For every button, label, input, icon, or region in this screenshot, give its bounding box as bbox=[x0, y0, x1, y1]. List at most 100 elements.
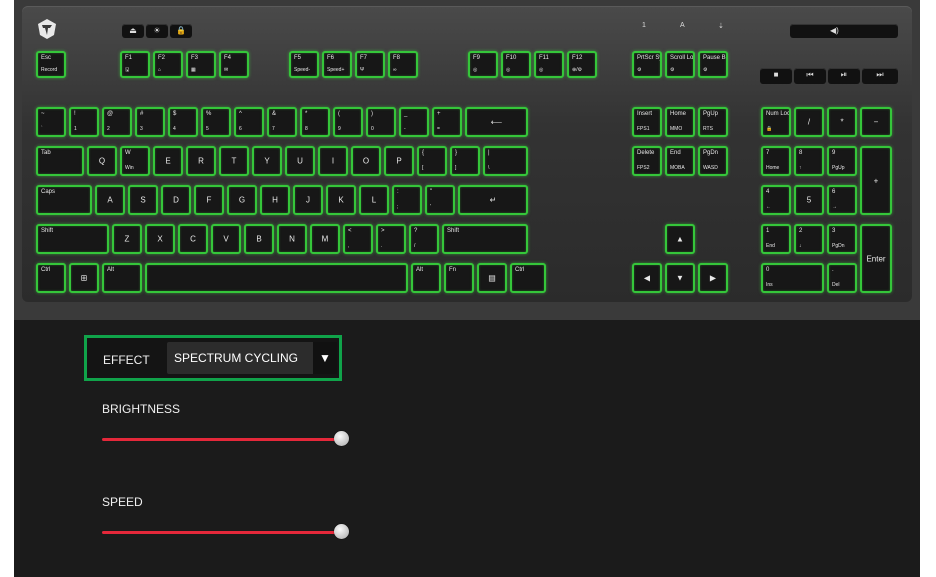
key-k6[interactable]: ^ 6 bbox=[234, 107, 264, 137]
media-next-button[interactable]: ⏭ bbox=[862, 68, 898, 84]
speed-slider-track[interactable] bbox=[102, 531, 342, 534]
key-caps[interactable]: Caps bbox=[36, 185, 92, 215]
key-f12[interactable]: F12 ⊕/⚙ bbox=[567, 51, 597, 78]
key-z[interactable]: Z bbox=[112, 224, 142, 254]
media-prev-button[interactable]: ⏮ bbox=[794, 68, 826, 84]
key-b[interactable]: B bbox=[244, 224, 274, 254]
media-play-button[interactable]: ⏯ bbox=[828, 68, 860, 84]
key-f10[interactable]: F10 ◎ bbox=[501, 51, 531, 78]
key-i[interactable]: I bbox=[318, 146, 348, 176]
key-f6[interactable]: F6 Speed+ bbox=[322, 51, 352, 78]
key-num1[interactable]: 1 End bbox=[761, 224, 791, 254]
key-minus[interactable]: _ - bbox=[399, 107, 429, 137]
key-end[interactable]: End MOBA bbox=[665, 146, 695, 176]
key-pipe[interactable]: | \ bbox=[483, 146, 528, 176]
key-numplus[interactable]: + bbox=[860, 146, 892, 215]
key-numenter[interactable]: Enter bbox=[860, 224, 892, 293]
key-pgdn[interactable]: PgDn WASD bbox=[698, 146, 728, 176]
key-left[interactable]: ◀ bbox=[632, 263, 662, 293]
key-k3[interactable]: #3 bbox=[135, 107, 165, 137]
key-k9[interactable]: (9 bbox=[333, 107, 363, 137]
key-f9[interactable]: F9 ◎ bbox=[468, 51, 498, 78]
key-num4[interactable]: 4 ← bbox=[761, 185, 791, 215]
key-delete[interactable]: Delete FPS2 bbox=[632, 146, 662, 176]
key-tab[interactable]: Tab bbox=[36, 146, 84, 176]
key-k0[interactable]: ) 0 bbox=[366, 107, 396, 137]
key-k2[interactable]: @2 bbox=[102, 107, 132, 137]
effect-dropdown[interactable]: SPECTRUM CYCLING ▼ bbox=[167, 342, 337, 374]
key-num9[interactable]: 9 PgUp bbox=[827, 146, 857, 176]
key-period[interactable]: >. bbox=[376, 224, 406, 254]
key-quote[interactable]: " ' bbox=[425, 185, 455, 215]
key-lctrl[interactable]: Ctrl bbox=[36, 263, 66, 293]
speed-slider-handle[interactable] bbox=[334, 524, 349, 539]
key-a[interactable]: A bbox=[95, 185, 125, 215]
key-prtscr[interactable]: PrtScr SysRq ⚙ bbox=[632, 51, 662, 78]
media-stop-button[interactable]: ■ bbox=[760, 68, 792, 84]
key-slash[interactable]: ? / bbox=[409, 224, 439, 254]
key-w[interactable]: W Win bbox=[120, 146, 150, 176]
key-numdot[interactable]: . Del bbox=[827, 263, 857, 293]
key-f1[interactable]: F1 🖫 bbox=[120, 51, 150, 78]
key-q[interactable]: Q bbox=[87, 146, 117, 176]
chevron-down-icon[interactable]: ▼ bbox=[313, 342, 337, 374]
key-numminus[interactable]: − bbox=[860, 107, 892, 137]
key-k5[interactable]: % 5 bbox=[201, 107, 231, 137]
key-k1[interactable]: ! 1 bbox=[69, 107, 99, 137]
key-f8[interactable]: F8 ∞ bbox=[388, 51, 418, 78]
key-rbrace[interactable]: }] bbox=[450, 146, 480, 176]
key-home[interactable]: Home MMO bbox=[665, 107, 695, 137]
key-lshift[interactable]: Shift bbox=[36, 224, 109, 254]
key-f5[interactable]: F5 Speed- bbox=[289, 51, 319, 78]
key-y[interactable]: Y bbox=[252, 146, 282, 176]
brightness-slider-track[interactable] bbox=[102, 438, 342, 441]
key-j[interactable]: J bbox=[293, 185, 323, 215]
key-e[interactable]: E bbox=[153, 146, 183, 176]
media-button-lock[interactable]: 🔒 bbox=[170, 24, 192, 38]
key-scroll[interactable]: Scroll Lock ⚙ bbox=[665, 51, 695, 78]
key-k7[interactable]: & 7 bbox=[267, 107, 297, 137]
key-p[interactable]: P bbox=[384, 146, 414, 176]
key-down[interactable]: ▼ bbox=[665, 263, 695, 293]
key-num2[interactable]: 2 ↓ bbox=[794, 224, 824, 254]
key-enter[interactable]: ↵ bbox=[458, 185, 528, 215]
key-space[interactable] bbox=[145, 263, 408, 293]
key-num6[interactable]: 6 → bbox=[827, 185, 857, 215]
key-pause[interactable]: Pause Break ⚙ bbox=[698, 51, 728, 78]
key-numlock[interactable]: Num Lock 🔒 bbox=[761, 107, 791, 137]
key-k[interactable]: K bbox=[326, 185, 356, 215]
key-num0[interactable]: 0 Ins bbox=[761, 263, 824, 293]
key-m[interactable]: M bbox=[310, 224, 340, 254]
key-n[interactable]: N bbox=[277, 224, 307, 254]
key-x[interactable]: X bbox=[145, 224, 175, 254]
media-button-brightness[interactable]: ☀ bbox=[146, 24, 168, 38]
key-tilde[interactable]: ~ ` bbox=[36, 107, 66, 137]
key-numslash[interactable]: / bbox=[794, 107, 824, 137]
key-insert[interactable]: Insert FPS1 bbox=[632, 107, 662, 137]
key-f11[interactable]: F11 ◎ bbox=[534, 51, 564, 78]
key-d[interactable]: D bbox=[161, 185, 191, 215]
key-f[interactable]: F bbox=[194, 185, 224, 215]
key-backspace[interactable]: ⟵ bbox=[465, 107, 528, 137]
key-rshift[interactable]: Shift bbox=[442, 224, 528, 254]
key-r[interactable]: R bbox=[186, 146, 216, 176]
key-esc[interactable]: Esc Record bbox=[36, 51, 66, 78]
key-num3[interactable]: 3 PgDn bbox=[827, 224, 857, 254]
key-equal[interactable]: + = bbox=[432, 107, 462, 137]
key-h[interactable]: H bbox=[260, 185, 290, 215]
key-lbrace[interactable]: {[ bbox=[417, 146, 447, 176]
key-num7[interactable]: 7 Home bbox=[761, 146, 791, 176]
key-rctrl[interactable]: Ctrl bbox=[510, 263, 546, 293]
media-button-eject[interactable]: ⏏ bbox=[122, 24, 144, 38]
key-fn[interactable]: Fn bbox=[444, 263, 474, 293]
key-f3[interactable]: F3 ▦ bbox=[186, 51, 216, 78]
key-menu[interactable]: ▤ bbox=[477, 263, 507, 293]
key-f7[interactable]: F7 Ψ bbox=[355, 51, 385, 78]
key-right[interactable]: ▶ bbox=[698, 263, 728, 293]
key-ralt[interactable]: Alt bbox=[411, 263, 441, 293]
key-u[interactable]: U bbox=[285, 146, 315, 176]
brightness-slider-handle[interactable] bbox=[334, 431, 349, 446]
key-f2[interactable]: F2 ⌂ bbox=[153, 51, 183, 78]
key-up[interactable]: ▲ bbox=[665, 224, 695, 254]
key-k8[interactable]: * 8 bbox=[300, 107, 330, 137]
